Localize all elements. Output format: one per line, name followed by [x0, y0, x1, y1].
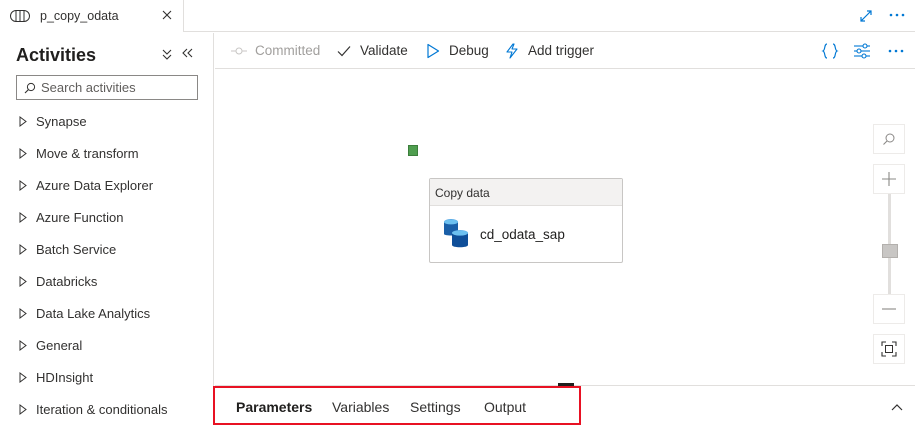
collapse-all-icon[interactable]: [160, 47, 174, 61]
category-general[interactable]: General: [0, 334, 213, 358]
commit-icon: [231, 47, 247, 54]
category-batch-service[interactable]: Batch Service: [0, 238, 213, 262]
add-trigger-label: Add trigger: [528, 43, 595, 58]
pipeline-icon: [10, 10, 30, 22]
category-label: Data Lake Analytics: [36, 306, 151, 321]
validate-label: Validate: [360, 43, 408, 58]
more-options-icon: [888, 49, 904, 53]
validate-button[interactable]: Validate: [336, 33, 408, 68]
code-view-button[interactable]: [820, 41, 840, 61]
expand-icon[interactable]: [858, 8, 874, 24]
search-input[interactable]: [41, 78, 191, 97]
tab-variables[interactable]: Variables: [332, 399, 389, 415]
zoom-slider-thumb[interactable]: [882, 244, 898, 258]
minus-icon: [882, 308, 896, 310]
toolbar-more-button[interactable]: [886, 41, 906, 61]
category-label: Batch Service: [36, 242, 117, 257]
chevron-right-icon: [19, 116, 27, 127]
tab-parameters[interactable]: Parameters: [236, 399, 312, 415]
category-label: Iteration & conditionals: [36, 402, 168, 417]
tab-pipeline[interactable]: p_copy_odata: [0, 0, 184, 32]
category-label: Move & transform: [36, 146, 139, 161]
search-box[interactable]: [16, 75, 198, 100]
pipeline-toolbar: Committed Validate Debug Add trigger: [215, 33, 915, 69]
category-synapse[interactable]: Synapse: [0, 110, 213, 134]
zoom-out-button[interactable]: [873, 294, 905, 324]
activity-type-label: Copy data: [435, 186, 490, 200]
chevron-right-icon: [19, 244, 27, 255]
bottom-panel: [215, 385, 915, 425]
plus-icon: [882, 172, 896, 186]
category-label: Synapse: [36, 114, 87, 129]
chevron-right-icon: [19, 404, 27, 415]
activity-name: cd_odata_sap: [480, 227, 565, 242]
properties-button[interactable]: [852, 41, 872, 61]
sliders-icon: [854, 43, 870, 59]
debug-button[interactable]: Debug: [425, 33, 489, 68]
add-trigger-button[interactable]: Add trigger: [504, 33, 594, 68]
zoom-in-button[interactable]: [873, 164, 905, 194]
copy-data-icon: [444, 219, 468, 248]
category-data-lake-analytics[interactable]: Data Lake Analytics: [0, 302, 213, 326]
panel-resize-handle[interactable]: [558, 383, 574, 386]
committed-button[interactable]: Committed: [231, 33, 320, 68]
close-icon[interactable]: [160, 7, 174, 23]
chevron-right-icon: [19, 308, 27, 319]
category-azure-data-explorer[interactable]: Azure Data Explorer: [0, 174, 213, 198]
tab-bar: p_copy_odata: [0, 0, 915, 32]
search-icon: [883, 133, 895, 145]
category-iteration-conditionals[interactable]: Iteration & conditionals: [0, 398, 213, 422]
category-databricks[interactable]: Databricks: [0, 270, 213, 294]
activities-panel: Activities Synapse Move & transform Azur…: [0, 33, 214, 425]
checkmark-icon: [337, 45, 351, 56]
category-move-transform[interactable]: Move & transform: [0, 142, 213, 166]
category-label: HDInsight: [36, 370, 94, 385]
committed-label: Committed: [255, 43, 321, 58]
activities-title: Activities: [16, 45, 97, 65]
pipeline-canvas[interactable]: Copy data cd_odata_sap: [215, 70, 915, 385]
chevron-right-icon: [19, 148, 27, 159]
chevron-right-icon: [19, 276, 27, 287]
zoom-search-button[interactable]: [873, 124, 905, 154]
chevron-up-icon[interactable]: [890, 402, 904, 412]
category-hdinsight[interactable]: HDInsight: [0, 366, 213, 390]
more-options-icon[interactable]: [887, 6, 907, 24]
category-label: General: [36, 338, 83, 353]
search-icon: [24, 82, 36, 94]
success-output-port[interactable]: [408, 145, 418, 156]
activity-node-header: Copy data: [430, 179, 622, 206]
tab-output[interactable]: Output: [484, 399, 526, 415]
fit-to-screen-button[interactable]: [873, 334, 905, 364]
category-label: Azure Data Explorer: [36, 178, 154, 193]
play-icon: [427, 43, 440, 58]
chevron-right-icon: [19, 212, 27, 223]
chevron-right-icon: [19, 180, 27, 191]
activity-node-copy-data[interactable]: Copy data cd_odata_sap: [429, 178, 623, 263]
collapse-panel-icon[interactable]: [180, 46, 194, 60]
tab-title: p_copy_odata: [40, 9, 119, 23]
category-label: Azure Function: [36, 210, 124, 225]
debug-label: Debug: [449, 43, 489, 58]
braces-icon: [821, 43, 839, 59]
lightning-icon: [506, 42, 518, 59]
chevron-right-icon: [19, 372, 27, 383]
category-label: Databricks: [36, 274, 98, 289]
tab-settings[interactable]: Settings: [410, 399, 461, 415]
category-azure-function[interactable]: Azure Function: [0, 206, 213, 230]
fit-screen-icon: [881, 341, 897, 357]
chevron-right-icon: [19, 340, 27, 351]
